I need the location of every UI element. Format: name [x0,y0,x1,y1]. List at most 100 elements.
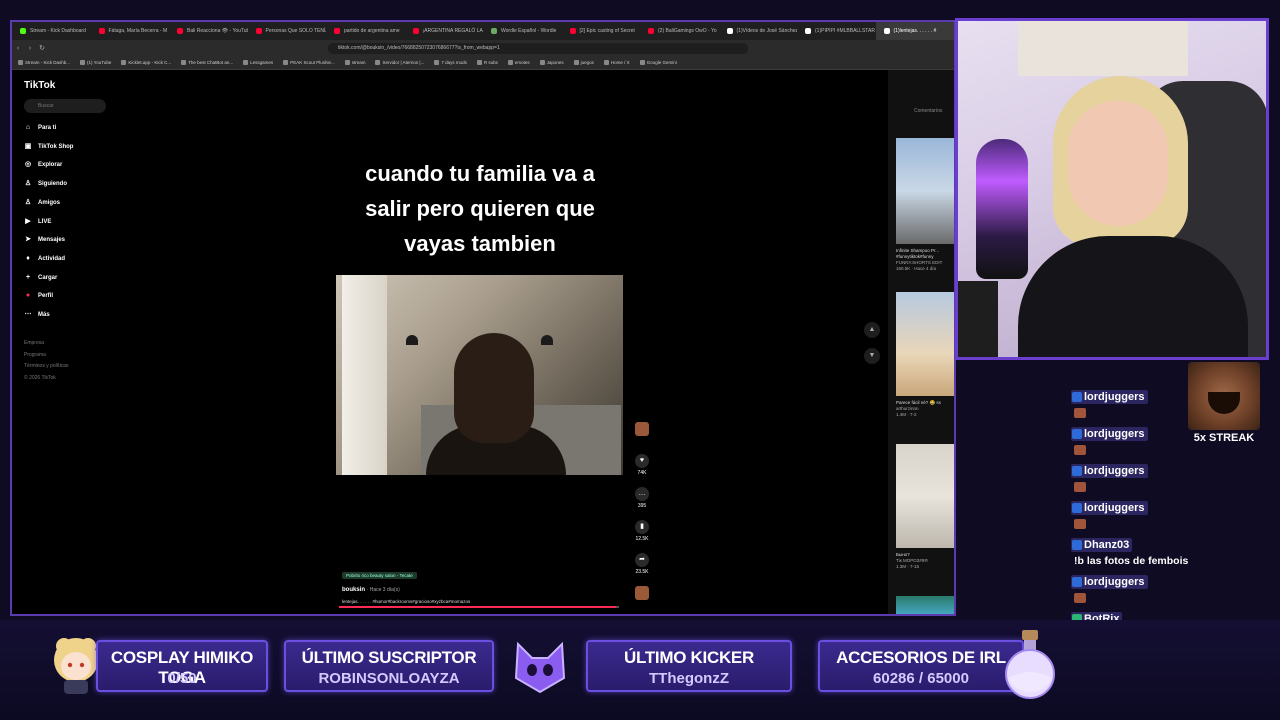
bookmark-item[interactable]: Servidor | Aternos |... [375,60,424,65]
browser-tab[interactable]: partido de argentina ame [326,22,405,40]
video-player[interactable] [336,275,623,475]
bookmark-item[interactable]: Stream - Kick Dashb... [18,60,70,65]
browser-tab[interactable]: Fátaga, María Becerra - M [91,22,170,40]
tab-favicon-icon [177,28,183,34]
location-tag[interactable]: Pobrito rico beauty salon - Tecate [342,572,417,579]
bookmark-item[interactable]: Japones [539,60,564,65]
music-disc-icon [635,586,649,600]
footer-link[interactable]: Términos y políticas [24,363,68,369]
bookmark-item[interactable]: R subs [476,60,498,65]
chat-username-text: lordjuggers [1084,502,1145,514]
tab-comments[interactable]: Comentarios [914,108,942,114]
chat-username[interactable]: Dhanz03 [1071,538,1133,552]
bookmark-icon [507,60,513,65]
bookmark-item[interactable]: The best ChatBot an... [181,60,233,65]
sidebar-item-tiktok-shop[interactable]: ▣ TikTok Shop [24,143,74,151]
streak-label: 5x STREAK [1193,432,1255,444]
browser-tab[interactable]: Personas Que SOLO TENÍA [248,22,326,40]
sidebar-item-cargar[interactable]: + Cargar [24,274,57,282]
subscriber-badge-icon [1072,577,1082,587]
chat-username[interactable]: lordjuggers [1071,390,1148,404]
tab-label: (2) BaliGamings OwO - Yo [658,28,717,34]
webcam-feed [955,18,1269,360]
bookmark-item[interactable]: emotes [507,60,530,65]
bookmark-item[interactable]: 7 days mods [434,60,467,65]
tab-favicon-icon [726,28,733,34]
browser-tab[interactable]: (1)lentejas. . . . . . # [875,22,954,40]
video-author[interactable]: bouksin · Hace 3 día(s) [342,587,470,593]
sidebar-item-amigos[interactable]: ♙ Amigos [24,199,60,207]
chevron-up-icon[interactable]: ▲ [864,322,880,338]
browser-tab[interactable]: Wordle Español - Wordle [483,22,562,40]
reload-icon[interactable]: ↻ [36,44,48,52]
tiktok-logo[interactable]: TikTok [24,80,55,91]
bookmark-item[interactable]: (1) YouTube [80,60,111,65]
browser-tab[interactable]: Bali Reacciona 👁 - YouTube [169,22,248,40]
more-icon: ⋯ [24,311,32,318]
footer-link[interactable]: Empresa [24,340,44,346]
bookmark-item[interactable]: Kicklet.app - Kick C... [121,60,171,65]
sidebar-item-siguiendo[interactable]: ♙ Siguiendo [24,180,67,188]
browser-tab[interactable]: (1)Vídeos de José Sánchez [719,22,797,40]
browser-tab[interactable]: Stream - Kick Dashboard [12,22,91,40]
related-video-thumbnail[interactable] [896,292,954,396]
sidebar-item-perfil[interactable]: ● Perfil [24,292,53,300]
bookmark-icon [476,60,482,65]
related-video-info[interactable]: Parece fácil né? 😂 ss arthurzinnn 1.4M · 7… [896,400,954,418]
like-button[interactable]: ♥ 74K [630,454,654,476]
browser-tab[interactable]: ¡ARGENTINA REGALÓ LA [405,22,484,40]
browser-tab[interactable]: (1)PIPIPI #MLBBALLSTAR [797,22,876,40]
cosplay-goal-panel: COSPLAY HIMIKO TOGA 0/50 [96,640,268,692]
chat-username[interactable]: lordjuggers [1071,464,1148,478]
chat-username[interactable]: lordjuggers [1071,427,1148,441]
bookmark-item[interactable]: Home / X [603,60,630,65]
sidebar-item-live[interactable]: ▶ LIVE [24,218,51,226]
save-button[interactable]: ▮ 12.5K [630,520,654,542]
bookmark-item[interactable]: juegos [573,60,594,65]
sidebar-item-actividad[interactable]: ♦ Actividad [24,255,65,263]
tab-favicon-icon [491,28,497,34]
sound-avatar[interactable] [630,586,654,602]
bookmark-item[interactable]: PEAK Scout Plushie... [283,60,335,65]
back-icon[interactable]: ‹ [12,45,24,52]
related-video-title: Infinite Shampoo Pr... #funnytiktok#funn… [896,248,940,259]
bookmark-item[interactable]: Lessgames [243,60,273,65]
related-video-info[interactable]: Infinite Shampoo Pr... #funnytiktok#funn… [896,248,954,272]
comment-button[interactable]: … 395 [630,487,654,509]
sidebar-item-para-ti[interactable]: ⌂ Para ti [24,124,56,132]
bookmark-icon [283,60,289,65]
share-button[interactable]: ➦ 23.5K [630,553,654,575]
url-field[interactable]: tiktok.com/@bouksin_/video/7668825072307… [328,42,748,54]
author-name[interactable]: bouksin [342,587,365,593]
footer-link[interactable]: Programa [24,352,46,358]
tab-favicon-icon [20,28,26,34]
last-kicker-panel: ÚLTIMO KICKER TThegonzZ [586,640,792,692]
chat-username[interactable]: lordjuggers [1071,575,1148,589]
footer-link[interactable]: © 2026 TikTok [24,375,56,381]
related-video-thumbnail[interactable] [896,596,954,614]
bookmark-label: stream [351,60,366,65]
browser-tab[interactable]: (2) BaliGamings OwO - Yo [640,22,719,40]
bookmark-icon [243,60,249,65]
sidebar-item-label: Más [38,312,50,318]
cosplay-current: 0 [167,670,176,687]
sidebar-item-mensajes[interactable]: ➤ Mensajes [24,236,65,244]
chat-username[interactable]: lordjuggers [1071,501,1148,515]
related-video-info[interactable]: Быно? Тік МОРОЗ#9Я 1.3M · 7-15 [896,552,954,570]
browser-tab[interactable]: [2] Epic casting of Secret [562,22,641,40]
bookmark-item[interactable]: stream [344,60,366,65]
bookmark-item[interactable]: Google Gemini [639,60,677,65]
sidebar-item-más[interactable]: ⋯ Más [24,311,50,319]
related-video-thumbnail[interactable] [896,444,954,548]
search-input[interactable]: Buscar [24,99,106,113]
chevron-down-icon[interactable]: ▼ [864,348,880,364]
creator-avatar[interactable] [630,422,654,438]
related-video-thumbnail[interactable] [896,138,954,244]
bookmark-icon [80,60,86,65]
bookmark-label: Servidor | Aternos |... [382,60,425,65]
bookmark-icon [639,60,645,65]
forward-icon[interactable]: › [24,45,36,52]
sidebar-item-explorar[interactable]: ◎ Explorar [24,161,62,169]
video-progress-bar[interactable] [339,606,619,608]
sidebar-item-label: Explorar [38,162,63,169]
